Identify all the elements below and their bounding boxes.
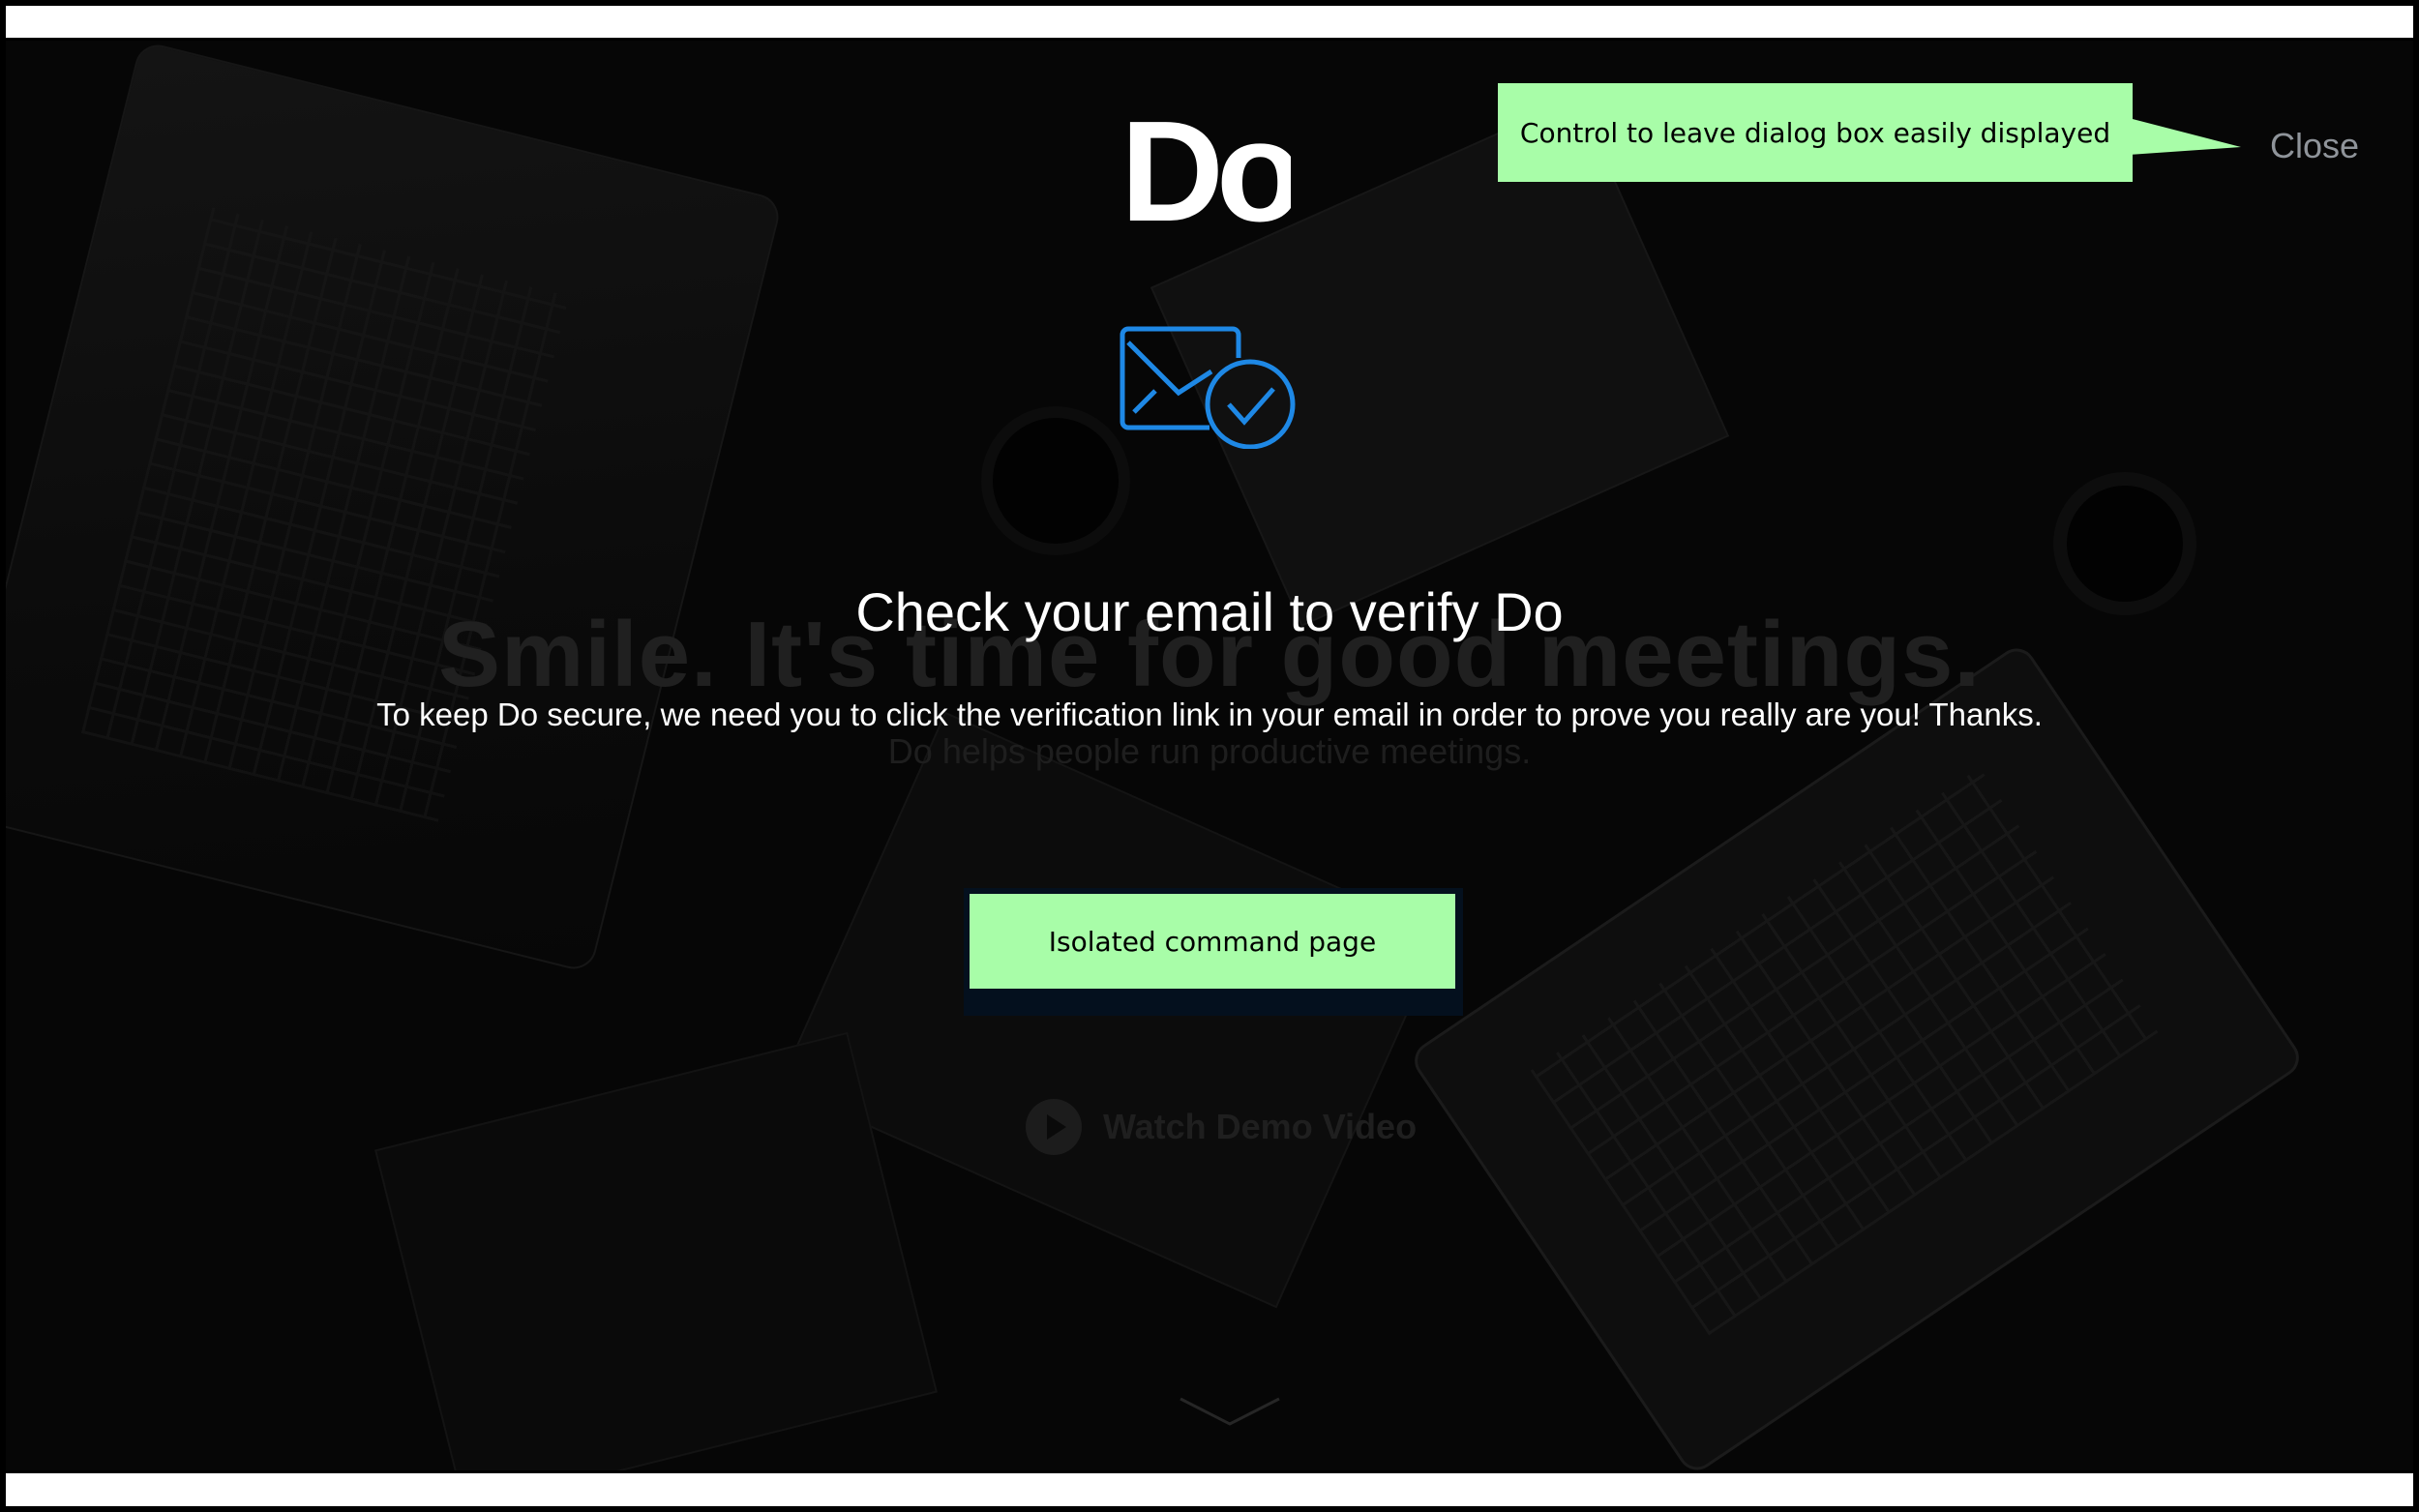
chevron-down-icon bbox=[1180, 1397, 1280, 1426]
overlay-frame: Smile. It's time for good meetings. Do h… bbox=[3, 38, 2416, 1473]
verification-message: To keep Do secure, we need you to click … bbox=[376, 697, 2043, 732]
watch-demo-label: Watch Demo Video bbox=[1103, 1107, 1418, 1146]
close-button[interactable]: Close bbox=[2270, 126, 2359, 166]
play-icon bbox=[1026, 1099, 1082, 1155]
background-notepad bbox=[374, 1031, 938, 1470]
close-annotation: Control to leave dialog box easily displ… bbox=[1498, 83, 2133, 182]
button-annotation: Isolated command page bbox=[970, 894, 1455, 989]
callout-pointer bbox=[2129, 118, 2241, 155]
do-logo: Do bbox=[1120, 118, 1291, 226]
dialog-title: Check your email to verify Do bbox=[855, 581, 1564, 642]
background-subheadline: Do helps people run productive meetings. bbox=[887, 731, 1532, 771]
command-button[interactable]: Isolated command page bbox=[964, 888, 1463, 1016]
watch-demo-link: Watch Demo Video bbox=[1026, 1099, 1417, 1155]
email-verified-icon bbox=[1120, 326, 1296, 449]
logo-text: Do bbox=[1120, 118, 1291, 226]
background-cup bbox=[993, 418, 1119, 544]
